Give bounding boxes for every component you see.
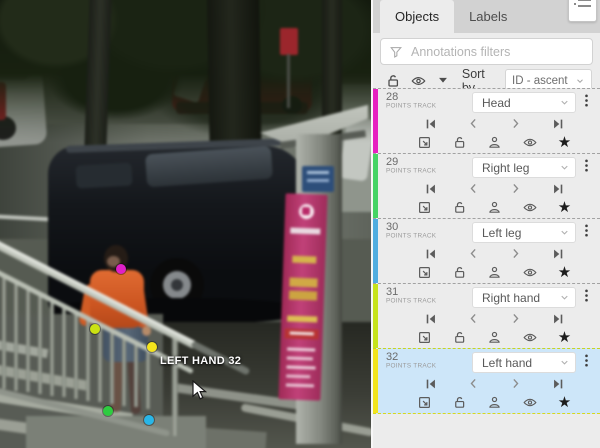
object-label-select[interactable]: Head	[472, 92, 576, 113]
last-keyframe-icon[interactable]	[550, 376, 567, 392]
object-menu-kebab-icon[interactable]	[578, 157, 594, 178]
lock-icon[interactable]	[451, 330, 468, 346]
hide-eye-icon[interactable]	[521, 330, 538, 346]
object-track-type: POINTS TRACK	[386, 298, 432, 304]
object-label-select[interactable]: Left leg	[472, 222, 576, 243]
previous-keyframe-icon[interactable]	[465, 116, 482, 132]
object-label-select[interactable]: Left hand	[472, 352, 576, 373]
chevron-down-icon	[559, 97, 570, 108]
switch-outside-icon[interactable]	[416, 265, 433, 281]
object-id: 29	[386, 157, 458, 168]
filter-text-field[interactable]	[409, 44, 584, 60]
next-keyframe-icon[interactable]	[507, 116, 524, 132]
object-track-type: POINTS TRACK	[386, 233, 432, 239]
hide-eye-icon[interactable]	[521, 200, 538, 216]
hide-eye-icon[interactable]	[521, 135, 538, 151]
first-keyframe-icon[interactable]	[422, 116, 439, 132]
chevron-down-icon	[559, 292, 570, 303]
chevron-down-icon	[559, 357, 570, 368]
expand-all-caret-icon[interactable]	[436, 73, 452, 89]
tab-objects[interactable]: Objects	[380, 0, 454, 33]
chevron-down-icon	[559, 162, 570, 173]
object-row[interactable]: 32 POINTS TRACK Left hand	[373, 348, 600, 414]
video-frame-canvas[interactable]: LEFT HAND 32	[0, 0, 371, 448]
object-id: 31	[386, 287, 458, 298]
next-keyframe-icon[interactable]	[507, 246, 524, 262]
hide-all-icon[interactable]	[410, 73, 427, 89]
previous-keyframe-icon[interactable]	[465, 376, 482, 392]
annotations-filter-input[interactable]	[380, 38, 593, 65]
occluded-person-icon[interactable]	[486, 265, 503, 281]
object-menu-kebab-icon[interactable]	[578, 287, 594, 308]
chevron-down-icon	[559, 227, 570, 238]
lock-icon[interactable]	[451, 265, 468, 281]
hide-eye-icon[interactable]	[521, 395, 538, 411]
pinned-star-icon[interactable]: ★	[556, 200, 573, 216]
object-track-type: POINTS TRACK	[386, 168, 432, 174]
previous-keyframe-icon[interactable]	[465, 246, 482, 262]
occluded-person-icon[interactable]	[486, 395, 503, 411]
chevron-down-icon	[575, 76, 585, 86]
object-label-value: Head	[482, 96, 511, 110]
first-keyframe-icon[interactable]	[422, 376, 439, 392]
first-keyframe-icon[interactable]	[422, 311, 439, 327]
lock-all-icon[interactable]	[385, 73, 401, 89]
object-menu-kebab-icon[interactable]	[578, 92, 594, 113]
object-label-value: Right leg	[482, 161, 529, 175]
occluded-person-icon[interactable]	[486, 200, 503, 216]
object-menu-kebab-icon[interactable]	[578, 222, 594, 243]
object-label-select[interactable]: Right hand	[472, 287, 576, 308]
hide-eye-icon[interactable]	[521, 265, 538, 281]
object-id: 32	[386, 352, 458, 363]
cvat-annotation-app: LEFT HAND 32 Objects Labels Sort by ID -…	[0, 0, 600, 448]
filter-funnel-icon	[389, 45, 403, 59]
object-track-type: POINTS TRACK	[386, 363, 432, 369]
switch-outside-icon[interactable]	[416, 135, 433, 151]
frame-photo	[0, 0, 371, 448]
last-keyframe-icon[interactable]	[550, 116, 567, 132]
lock-icon[interactable]	[451, 135, 468, 151]
object-menu-kebab-icon[interactable]	[578, 352, 594, 373]
previous-keyframe-icon[interactable]	[465, 311, 482, 327]
pinned-star-icon[interactable]: ★	[556, 395, 573, 411]
last-keyframe-icon[interactable]	[550, 311, 567, 327]
sort-order-value: ID - ascent	[512, 75, 568, 87]
lock-icon[interactable]	[451, 200, 468, 216]
switch-outside-icon[interactable]	[416, 395, 433, 411]
object-row[interactable]: 28 POINTS TRACK Head	[373, 88, 600, 153]
first-keyframe-icon[interactable]	[422, 181, 439, 197]
occluded-person-icon[interactable]	[486, 135, 503, 151]
annotations-filter-row	[373, 33, 600, 68]
switch-outside-icon[interactable]	[416, 330, 433, 346]
sidebar-tab-bar: Objects Labels	[373, 0, 600, 33]
object-row[interactable]: 29 POINTS TRACK Right leg	[373, 153, 600, 218]
lock-icon[interactable]	[451, 395, 468, 411]
object-row[interactable]: 31 POINTS TRACK Right hand	[373, 283, 600, 348]
objects-sidebar: Objects Labels Sort by ID - ascent	[371, 0, 600, 448]
pinned-star-icon[interactable]: ★	[556, 265, 573, 281]
object-id: 28	[386, 92, 458, 103]
first-keyframe-icon[interactable]	[422, 246, 439, 262]
panel-menu-icon[interactable]	[568, 0, 597, 22]
object-row[interactable]: 30 POINTS TRACK Left leg	[373, 218, 600, 283]
object-list: 28 POINTS TRACK Head	[373, 88, 600, 414]
last-keyframe-icon[interactable]	[550, 181, 567, 197]
occluded-person-icon[interactable]	[486, 330, 503, 346]
next-keyframe-icon[interactable]	[507, 376, 524, 392]
last-keyframe-icon[interactable]	[550, 246, 567, 262]
tab-labels[interactable]: Labels	[454, 0, 522, 33]
object-label-value: Right hand	[482, 291, 540, 305]
object-id: 30	[386, 222, 458, 233]
next-keyframe-icon[interactable]	[507, 181, 524, 197]
next-keyframe-icon[interactable]	[507, 311, 524, 327]
object-label-value: Left leg	[482, 226, 521, 240]
object-track-type: POINTS TRACK	[386, 103, 432, 109]
previous-keyframe-icon[interactable]	[465, 181, 482, 197]
pinned-star-icon[interactable]: ★	[556, 135, 573, 151]
pinned-star-icon[interactable]: ★	[556, 330, 573, 346]
object-label-select[interactable]: Right leg	[472, 157, 576, 178]
object-label-value: Left hand	[482, 356, 532, 370]
switch-outside-icon[interactable]	[416, 200, 433, 216]
